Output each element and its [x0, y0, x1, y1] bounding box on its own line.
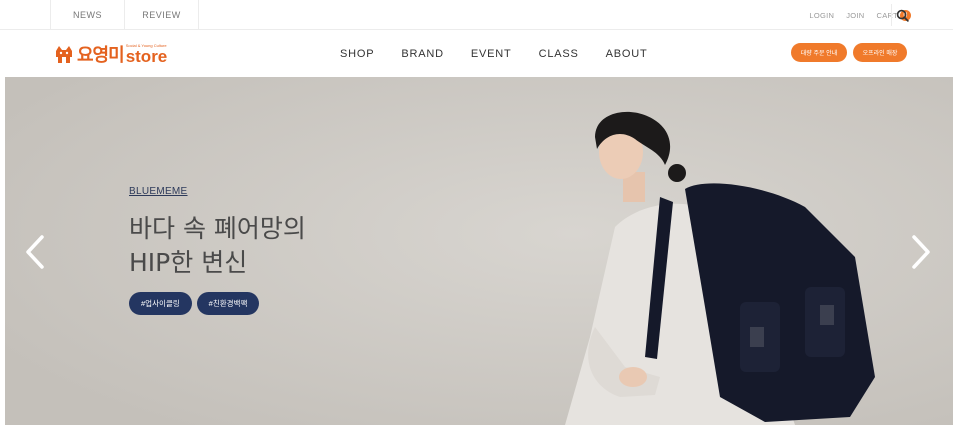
hero-title-line-2: HIP한 변신 [129, 248, 248, 277]
hero-text-block: BLUEMEME 바다 속 폐어망의 HIP한 변신 #업사이클링 #친환경백팩 [129, 186, 306, 315]
nav-brand[interactable]: BRAND [401, 48, 444, 60]
tag-eco-backpack[interactable]: #친환경백팩 [196, 292, 260, 315]
search-button[interactable] [891, 4, 913, 26]
hero-brand-label[interactable]: BLUEMEME [129, 186, 306, 197]
chevron-left-icon [26, 235, 44, 269]
hero-title-line-1: 바다 속 폐어망의 [129, 214, 306, 243]
search-icon [896, 9, 909, 22]
logo-english-group: Social & Young Culture store [125, 43, 168, 66]
nav-shop[interactable]: SHOP [340, 48, 374, 60]
main-nav-menu: SHOP BRAND EVENT CLASS ABOUT [340, 30, 675, 77]
nav-about[interactable]: ABOUT [606, 48, 648, 60]
chevron-right-icon [912, 235, 930, 269]
news-link[interactable]: NEWS [51, 0, 125, 30]
hero-banner[interactable]: BLUEMEME 바다 속 폐어망의 HIP한 변신 #업사이클링 #친환경백팩 [5, 77, 953, 425]
main-navbar: 요영미 Social & Young Culture store SHOP BR… [0, 30, 953, 77]
nav-event[interactable]: EVENT [471, 48, 512, 60]
carousel-prev-button[interactable] [22, 232, 48, 272]
hero-tags: #업사이클링 #친환경백팩 [129, 292, 306, 315]
review-link[interactable]: REVIEW [125, 0, 199, 30]
logo-korean-text: 요영미 [77, 45, 125, 66]
join-link[interactable]: JOIN [846, 11, 864, 20]
site-logo[interactable]: 요영미 Social & Young Culture store [53, 40, 167, 68]
top-left-links: NEWS REVIEW [50, 0, 199, 30]
logo-english-text: store [125, 46, 168, 66]
login-link[interactable]: LOGIN [809, 11, 834, 20]
mascot-logo-icon [56, 46, 72, 63]
bulk-order-button[interactable]: 대량 주문 안내 [791, 43, 847, 62]
carousel-next-button[interactable] [908, 232, 934, 272]
top-utility-bar: NEWS REVIEW LOGIN JOIN CART 0 [0, 0, 953, 30]
offline-store-button[interactable]: 오프라인 매장 [853, 43, 907, 62]
nav-class[interactable]: CLASS [539, 48, 579, 60]
tag-upcycling[interactable]: #업사이클링 [129, 292, 192, 315]
hero-title: 바다 속 폐어망의 HIP한 변신 [129, 212, 306, 280]
